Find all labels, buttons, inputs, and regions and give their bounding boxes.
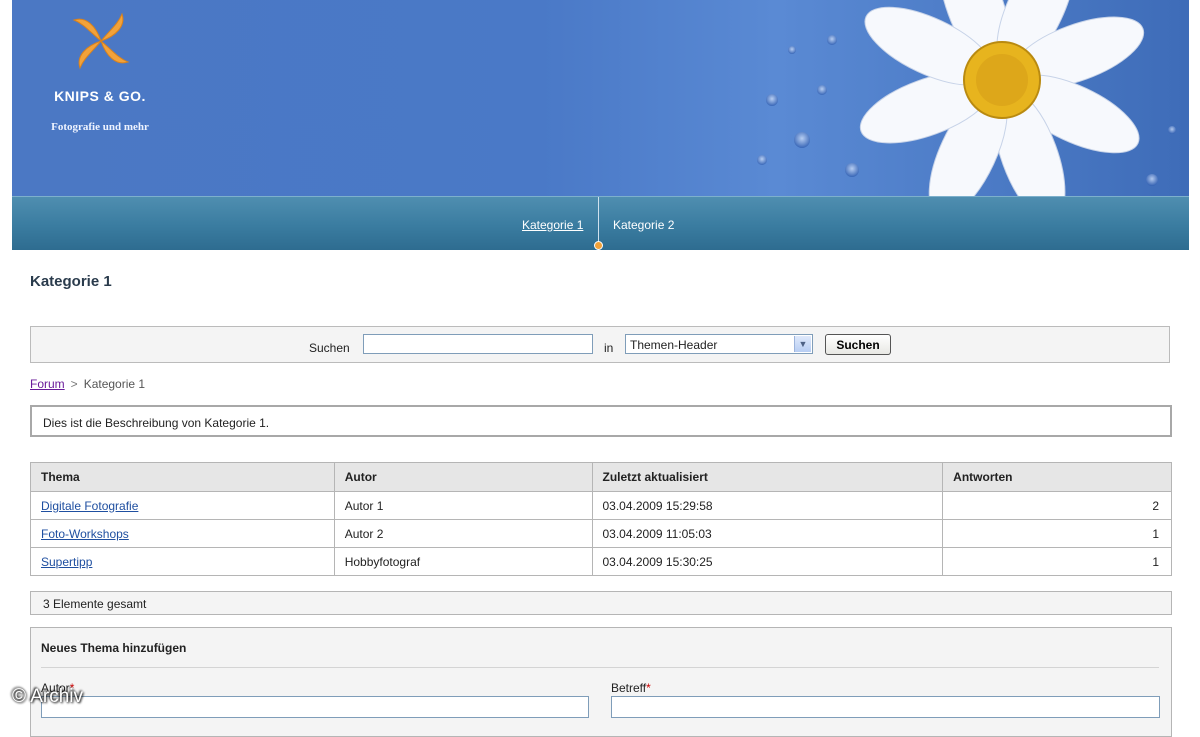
active-indicator-icon <box>594 241 603 250</box>
column-header-antworten[interactable]: Antworten <box>942 462 1172 492</box>
topic-link[interactable]: Supertipp <box>41 555 92 569</box>
replies-cell: 1 <box>942 547 1172 576</box>
updated-cell: 03.04.2009 15:30:25 <box>591 547 944 576</box>
search-scope-select[interactable]: Themen-Header ▼ <box>625 334 813 354</box>
author-cell: Hobbyfotograf <box>333 547 593 576</box>
author-cell: Autor 2 <box>333 519 593 548</box>
pinwheel-logo-icon <box>72 12 130 70</box>
breadcrumb: Forum > Kategorie 1 <box>30 377 145 391</box>
replies-cell: 1 <box>942 519 1172 548</box>
new-topic-title: Neues Thema hinzufügen <box>41 641 187 655</box>
daisy-photo-icon <box>757 0 1176 196</box>
column-header-updated[interactable]: Zuletzt aktualisiert <box>591 462 944 492</box>
breadcrumb-separator: > <box>70 377 78 391</box>
table-row: Supertipp Hobbyfotograf 03.04.2009 15:30… <box>30 547 1172 576</box>
page-frame: KNIPS & GO. Fotografie und mehr Kategori… <box>12 0 1189 737</box>
search-button[interactable]: Suchen <box>825 334 891 355</box>
breadcrumb-current: Kategorie 1 <box>83 377 146 391</box>
topic-cell: Supertipp <box>30 547 335 576</box>
subject-field[interactable] <box>611 696 1160 718</box>
table-row: Foto-Workshops Autor 2 03.04.2009 11:05:… <box>30 519 1172 548</box>
topic-link[interactable]: Digitale Fotografie <box>41 499 138 513</box>
form-divider <box>41 667 1159 668</box>
total-count: 3 Elemente gesamt <box>43 597 147 611</box>
updated-cell: 03.04.2009 15:29:58 <box>591 491 944 520</box>
search-scope-value: Themen-Header <box>630 338 718 352</box>
nav-item-kategorie-2[interactable]: Kategorie 2 <box>613 218 674 232</box>
category-description-text: Dies ist die Beschreibung von Kategorie … <box>43 416 270 430</box>
chevron-down-icon[interactable]: ▼ <box>794 336 811 352</box>
topic-cell: Digitale Fotografie <box>30 491 335 520</box>
brand-subtitle: Fotografie und mehr <box>51 121 149 133</box>
table-header-row: Thema Autor Zuletzt aktualisiert Antwort… <box>30 462 1172 492</box>
category-description: Dies ist die Beschreibung von Kategorie … <box>30 405 1172 437</box>
search-in-label: in <box>604 341 614 355</box>
search-bar: Suchen in Themen-Header ▼ Suchen <box>30 326 1170 363</box>
subject-label-text: Betreff <box>611 681 647 695</box>
total-count-bar: 3 Elemente gesamt <box>30 591 1172 615</box>
page-title: Kategorie 1 <box>30 273 112 290</box>
new-topic-form: Neues Thema hinzufügen Autor* Betreff* <box>30 627 1172 737</box>
subject-field-label: Betreff* <box>611 681 651 695</box>
column-header-autor[interactable]: Autor <box>333 462 593 492</box>
header-banner: KNIPS & GO. Fotografie und mehr <box>12 0 1189 196</box>
required-marker: * <box>646 681 651 695</box>
topic-cell: Foto-Workshops <box>30 519 335 548</box>
main-nav: Kategorie 1 Kategorie 2 <box>12 196 1189 250</box>
nav-item-kategorie-1[interactable]: Kategorie 1 <box>522 218 583 232</box>
author-field[interactable] <box>41 696 589 718</box>
brand-title: KNIPS & GO. <box>54 88 146 104</box>
copyright-watermark: © Archiv <box>12 686 84 707</box>
table-row: Digitale Fotografie Autor 1 03.04.2009 1… <box>30 491 1172 520</box>
nav-separator <box>598 197 599 247</box>
updated-cell: 03.04.2009 11:05:03 <box>591 519 944 548</box>
topics-table: Thema Autor Zuletzt aktualisiert Antwort… <box>30 462 1172 576</box>
search-input[interactable] <box>363 334 593 354</box>
search-label: Suchen <box>309 341 350 355</box>
breadcrumb-forum-link[interactable]: Forum <box>30 377 65 391</box>
topic-link[interactable]: Foto-Workshops <box>41 527 129 541</box>
column-header-thema[interactable]: Thema <box>30 462 335 492</box>
author-cell: Autor 1 <box>333 491 593 520</box>
replies-cell: 2 <box>942 491 1172 520</box>
